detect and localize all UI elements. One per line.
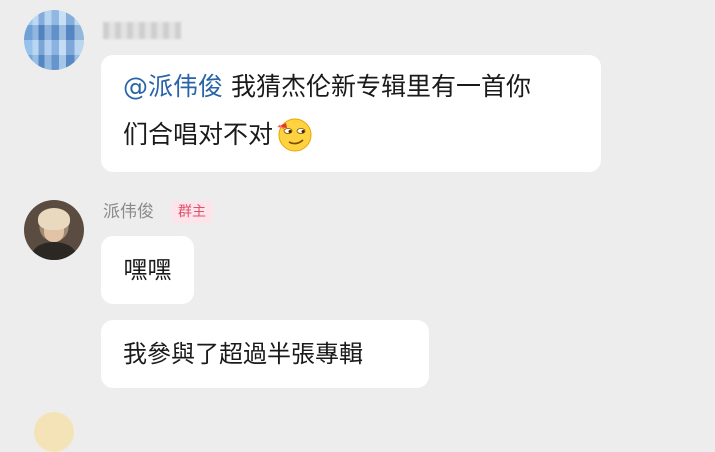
user-avatar[interactable]: [24, 200, 84, 260]
sender-name: 派伟俊: [103, 202, 154, 222]
sender-name-blurred: [103, 22, 181, 39]
mention-link[interactable]: @派伟俊: [123, 72, 223, 101]
next-avatar[interactable]: [34, 412, 74, 452]
sender-avatar-blurred[interactable]: [24, 10, 84, 70]
message-text: 我猜杰伦新专辑里有一首你: [230, 72, 531, 101]
message-bubble[interactable]: @派伟俊 我猜杰伦新专辑里有一首你 们合唱对不对: [101, 55, 601, 172]
smirk-eyes-icon: [277, 118, 312, 152]
message-bubble[interactable]: 我參與了超過半張專輯: [101, 320, 429, 388]
message-line-2: 们合唱对不对: [123, 115, 315, 153]
group-owner-badge: 群主: [171, 201, 213, 223]
avatar-shirt: [32, 242, 76, 260]
message-bubble[interactable]: 嘿嘿: [101, 236, 194, 304]
avatar-hair: [38, 208, 70, 230]
message-line-1: @派伟俊 我猜杰伦新专辑里有一首你: [123, 72, 531, 102]
message-text: 们合唱对不对: [123, 120, 274, 149]
